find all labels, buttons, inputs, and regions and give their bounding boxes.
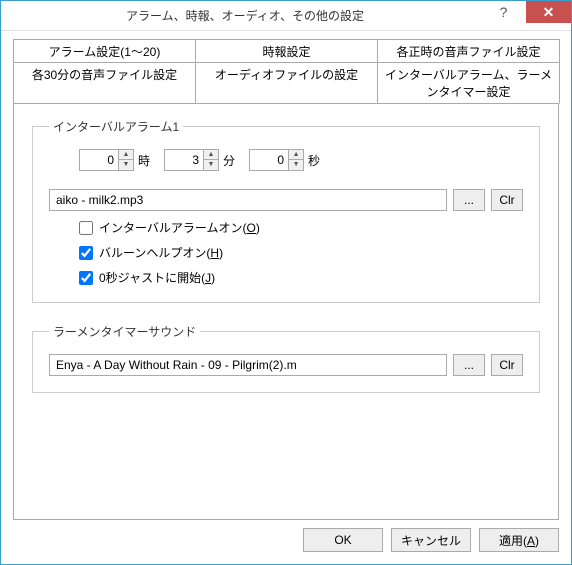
interval-fieldset: インターバルアラーム1 ▲ ▼ 時 ▲ ▼ (32, 118, 540, 303)
start-0sec-checkbox[interactable] (79, 271, 93, 285)
content-area: アラーム設定(1～20) 時報設定 各正時の音声ファイル設定 各30分の音声ファ… (1, 31, 571, 564)
hours-input[interactable] (80, 150, 118, 170)
interval-legend: インターバルアラーム1 (49, 118, 183, 135)
tabs-row-1: アラーム設定(1～20) 時報設定 各正時の音声ファイル設定 (13, 39, 559, 63)
cancel-button[interactable]: キャンセル (391, 528, 471, 552)
tab-audio-file[interactable]: オーディオファイルの設定 (195, 62, 378, 104)
hours-down-icon[interactable]: ▼ (119, 160, 133, 170)
balloon-help-checkbox[interactable] (79, 246, 93, 260)
check-row-0sec: 0秒ジャストに開始(J) (79, 269, 523, 286)
tab-jihou-settings[interactable]: 時報設定 (195, 39, 378, 63)
hours-label: 時 (138, 152, 150, 169)
minutes-down-icon[interactable]: ▼ (204, 160, 218, 170)
minutes-spinner[interactable]: ▲ ▼ (164, 149, 219, 171)
dialog-buttons: OK キャンセル 適用(A) (13, 528, 559, 552)
hours-up-icon[interactable]: ▲ (119, 150, 133, 160)
titlebar: アラーム、時報、オーディオ、その他の設定 ? ✕ (1, 1, 571, 31)
ramen-browse-button[interactable]: ... (453, 354, 485, 376)
tab-30min-file[interactable]: 各30分の音声ファイル設定 (13, 62, 196, 104)
close-button[interactable]: ✕ (526, 1, 571, 23)
minutes-up-icon[interactable]: ▲ (204, 150, 218, 160)
seconds-down-icon[interactable]: ▼ (289, 160, 303, 170)
tab-panel: インターバルアラーム1 ▲ ▼ 時 ▲ ▼ (13, 103, 559, 520)
ramen-fieldset: ラーメンタイマーサウンド ... Clr (32, 323, 540, 393)
tabs-row-2: 各30分の音声ファイル設定 オーディオファイルの設定 インターバルアラーム、ラー… (13, 62, 559, 104)
tab-alarm-settings[interactable]: アラーム設定(1～20) (13, 39, 196, 63)
minutes-label: 分 (223, 152, 235, 169)
balloon-help-label[interactable]: バルーンヘルプオン(H) (99, 244, 223, 261)
check-row-alarm-on: インターバルアラームオン(O) (79, 219, 523, 236)
help-button[interactable]: ? (481, 1, 526, 23)
ramen-file-row: ... Clr (49, 354, 523, 376)
tab-interval-ramen[interactable]: インターバルアラーム、ラーメンタイマー設定 (377, 62, 560, 104)
ok-button[interactable]: OK (303, 528, 383, 552)
seconds-label: 秒 (308, 152, 320, 169)
start-0sec-label[interactable]: 0秒ジャストに開始(J) (99, 269, 215, 286)
dialog-window: アラーム、時報、オーディオ、その他の設定 ? ✕ アラーム設定(1～20) 時報… (0, 0, 572, 565)
titlebar-title: アラーム、時報、オーディオ、その他の設定 (9, 7, 481, 24)
seconds-spinner[interactable]: ▲ ▼ (249, 149, 304, 171)
apply-button[interactable]: 適用(A) (479, 528, 559, 552)
hours-spinner[interactable]: ▲ ▼ (79, 149, 134, 171)
minutes-input[interactable] (165, 150, 203, 170)
time-row: ▲ ▼ 時 ▲ ▼ 分 (79, 149, 523, 171)
interval-browse-button[interactable]: ... (453, 189, 485, 211)
seconds-input[interactable] (250, 150, 288, 170)
interval-file-input[interactable] (49, 189, 447, 211)
ramen-file-input[interactable] (49, 354, 447, 376)
ramen-clr-button[interactable]: Clr (491, 354, 523, 376)
interval-file-row: ... Clr (49, 189, 523, 211)
tab-seiji-file[interactable]: 各正時の音声ファイル設定 (377, 39, 560, 63)
ramen-legend: ラーメンタイマーサウンド (49, 323, 200, 340)
seconds-up-icon[interactable]: ▲ (289, 150, 303, 160)
interval-alarm-on-label[interactable]: インターバルアラームオン(O) (99, 219, 260, 236)
check-row-balloon: バルーンヘルプオン(H) (79, 244, 523, 261)
interval-alarm-on-checkbox[interactable] (79, 221, 93, 235)
interval-clr-button[interactable]: Clr (491, 189, 523, 211)
